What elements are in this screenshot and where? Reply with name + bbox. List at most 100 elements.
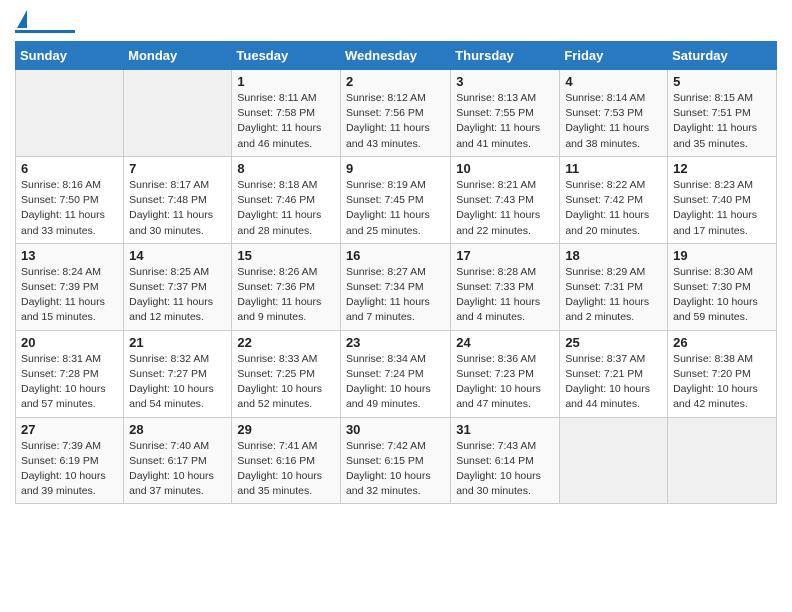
day-number: 1 (237, 74, 335, 89)
weekday-header-wednesday: Wednesday (340, 42, 450, 70)
day-detail: Sunrise: 8:15 AM Sunset: 7:51 PM Dayligh… (673, 91, 771, 152)
day-number: 25 (565, 335, 662, 350)
day-detail: Sunrise: 8:37 AM Sunset: 7:21 PM Dayligh… (565, 352, 662, 413)
week-row-4: 20 Sunrise: 8:31 AM Sunset: 7:28 PM Dayli… (16, 330, 777, 417)
calendar-cell: 30 Sunrise: 7:42 AM Sunset: 6:15 PM Dayli… (340, 417, 450, 504)
day-detail: Sunrise: 8:17 AM Sunset: 7:48 PM Dayligh… (129, 178, 226, 239)
calendar-cell: 10Sunrise: 8:21 AM Sunset: 7:43 PM Dayli… (451, 156, 560, 243)
day-number: 11 (565, 161, 662, 176)
calendar-cell: 2 Sunrise: 8:12 AM Sunset: 7:56 PM Daylig… (340, 70, 450, 157)
calendar-cell: 1 Sunrise: 8:11 AM Sunset: 7:58 PM Daylig… (232, 70, 341, 157)
day-number: 2 (346, 74, 445, 89)
calendar-cell: 18 Sunrise: 8:29 AM Sunset: 7:31 PM Dayli… (560, 243, 668, 330)
calendar-cell: 19 Sunrise: 8:30 AM Sunset: 7:30 PM Dayli… (668, 243, 777, 330)
week-row-3: 13 Sunrise: 8:24 AM Sunset: 7:39 PM Dayli… (16, 243, 777, 330)
calendar-cell: 15Sunrise: 8:26 AM Sunset: 7:36 PM Dayli… (232, 243, 341, 330)
day-number: 14 (129, 248, 226, 263)
day-number: 19 (673, 248, 771, 263)
calendar-cell: 5 Sunrise: 8:15 AM Sunset: 7:51 PM Daylig… (668, 70, 777, 157)
calendar-cell: 27 Sunrise: 7:39 AM Sunset: 6:19 PM Dayli… (16, 417, 124, 504)
day-detail: Sunrise: 8:36 AM Sunset: 7:23 PM Dayligh… (456, 352, 554, 413)
calendar-cell: 9 Sunrise: 8:19 AM Sunset: 7:45 PM Daylig… (340, 156, 450, 243)
day-detail: Sunrise: 8:14 AM Sunset: 7:53 PM Dayligh… (565, 91, 662, 152)
day-detail: Sunrise: 8:25 AM Sunset: 7:37 PM Dayligh… (129, 265, 226, 326)
calendar-cell: 17Sunrise: 8:28 AM Sunset: 7:33 PM Dayli… (451, 243, 560, 330)
week-row-5: 27 Sunrise: 7:39 AM Sunset: 6:19 PM Dayli… (16, 417, 777, 504)
weekday-header-saturday: Saturday (668, 42, 777, 70)
day-detail: Sunrise: 8:22 AM Sunset: 7:42 PM Dayligh… (565, 178, 662, 239)
day-number: 30 (346, 422, 445, 437)
day-number: 27 (21, 422, 118, 437)
calendar-cell: 31Sunrise: 7:43 AM Sunset: 6:14 PM Dayli… (451, 417, 560, 504)
calendar-cell: 24 Sunrise: 8:36 AM Sunset: 7:23 PM Dayli… (451, 330, 560, 417)
day-detail: Sunrise: 8:13 AM Sunset: 7:55 PM Dayligh… (456, 91, 554, 152)
calendar-cell (668, 417, 777, 504)
calendar-cell: 6 Sunrise: 8:16 AM Sunset: 7:50 PM Daylig… (16, 156, 124, 243)
day-number: 24 (456, 335, 554, 350)
day-number: 17 (456, 248, 554, 263)
day-number: 9 (346, 161, 445, 176)
weekday-header-row: SundayMondayTuesdayWednesdayThursdayFrid… (16, 42, 777, 70)
logo (15, 10, 75, 33)
day-number: 13 (21, 248, 118, 263)
day-detail: Sunrise: 7:41 AM Sunset: 6:16 PM Dayligh… (237, 439, 335, 500)
calendar-cell: 13 Sunrise: 8:24 AM Sunset: 7:39 PM Dayli… (16, 243, 124, 330)
day-number: 6 (21, 161, 118, 176)
calendar-table: SundayMondayTuesdayWednesdayThursdayFrid… (15, 41, 777, 504)
day-detail: Sunrise: 8:21 AM Sunset: 7:43 PM Dayligh… (456, 178, 554, 239)
calendar-cell: 11 Sunrise: 8:22 AM Sunset: 7:42 PM Dayli… (560, 156, 668, 243)
logo-triangle-icon (17, 10, 27, 28)
day-number: 26 (673, 335, 771, 350)
day-detail: Sunrise: 7:40 AM Sunset: 6:17 PM Dayligh… (129, 439, 226, 500)
day-number: 23 (346, 335, 445, 350)
day-detail: Sunrise: 8:34 AM Sunset: 7:24 PM Dayligh… (346, 352, 445, 413)
day-number: 12 (673, 161, 771, 176)
day-detail: Sunrise: 8:16 AM Sunset: 7:50 PM Dayligh… (21, 178, 118, 239)
calendar-cell: 22 Sunrise: 8:33 AM Sunset: 7:25 PM Dayli… (232, 330, 341, 417)
weekday-header-sunday: Sunday (16, 42, 124, 70)
day-number: 21 (129, 335, 226, 350)
day-number: 4 (565, 74, 662, 89)
day-number: 22 (237, 335, 335, 350)
weekday-header-monday: Monday (124, 42, 232, 70)
day-number: 3 (456, 74, 554, 89)
week-row-2: 6 Sunrise: 8:16 AM Sunset: 7:50 PM Daylig… (16, 156, 777, 243)
calendar-cell: 21 Sunrise: 8:32 AM Sunset: 7:27 PM Dayli… (124, 330, 232, 417)
day-number: 15 (237, 248, 335, 263)
calendar-cell: 20 Sunrise: 8:31 AM Sunset: 7:28 PM Dayli… (16, 330, 124, 417)
calendar-cell (560, 417, 668, 504)
day-number: 8 (237, 161, 335, 176)
weekday-header-thursday: Thursday (451, 42, 560, 70)
day-number: 5 (673, 74, 771, 89)
day-detail: Sunrise: 8:11 AM Sunset: 7:58 PM Dayligh… (237, 91, 335, 152)
day-detail: Sunrise: 7:39 AM Sunset: 6:19 PM Dayligh… (21, 439, 118, 500)
weekday-header-friday: Friday (560, 42, 668, 70)
day-number: 7 (129, 161, 226, 176)
day-detail: Sunrise: 7:43 AM Sunset: 6:14 PM Dayligh… (456, 439, 554, 500)
day-detail: Sunrise: 8:31 AM Sunset: 7:28 PM Dayligh… (21, 352, 118, 413)
day-detail: Sunrise: 8:24 AM Sunset: 7:39 PM Dayligh… (21, 265, 118, 326)
day-detail: Sunrise: 8:32 AM Sunset: 7:27 PM Dayligh… (129, 352, 226, 413)
calendar-cell (16, 70, 124, 157)
day-detail: Sunrise: 8:30 AM Sunset: 7:30 PM Dayligh… (673, 265, 771, 326)
calendar-cell: 29Sunrise: 7:41 AM Sunset: 6:16 PM Dayli… (232, 417, 341, 504)
day-detail: Sunrise: 8:18 AM Sunset: 7:46 PM Dayligh… (237, 178, 335, 239)
day-detail: Sunrise: 8:12 AM Sunset: 7:56 PM Dayligh… (346, 91, 445, 152)
calendar-cell: 25 Sunrise: 8:37 AM Sunset: 7:21 PM Dayli… (560, 330, 668, 417)
day-number: 20 (21, 335, 118, 350)
day-number: 28 (129, 422, 226, 437)
day-detail: Sunrise: 8:33 AM Sunset: 7:25 PM Dayligh… (237, 352, 335, 413)
calendar-cell: 23 Sunrise: 8:34 AM Sunset: 7:24 PM Dayli… (340, 330, 450, 417)
weekday-header-tuesday: Tuesday (232, 42, 341, 70)
calendar-cell: 16Sunrise: 8:27 AM Sunset: 7:34 PM Dayli… (340, 243, 450, 330)
day-detail: Sunrise: 8:29 AM Sunset: 7:31 PM Dayligh… (565, 265, 662, 326)
week-row-1: 1 Sunrise: 8:11 AM Sunset: 7:58 PM Daylig… (16, 70, 777, 157)
day-detail: Sunrise: 7:42 AM Sunset: 6:15 PM Dayligh… (346, 439, 445, 500)
day-number: 18 (565, 248, 662, 263)
calendar-cell: 28 Sunrise: 7:40 AM Sunset: 6:17 PM Dayli… (124, 417, 232, 504)
day-detail: Sunrise: 8:19 AM Sunset: 7:45 PM Dayligh… (346, 178, 445, 239)
calendar-cell: 26 Sunrise: 8:38 AM Sunset: 7:20 PM Dayli… (668, 330, 777, 417)
header (15, 10, 777, 33)
day-detail: Sunrise: 8:38 AM Sunset: 7:20 PM Dayligh… (673, 352, 771, 413)
calendar-cell: 8 Sunrise: 8:18 AM Sunset: 7:46 PM Daylig… (232, 156, 341, 243)
